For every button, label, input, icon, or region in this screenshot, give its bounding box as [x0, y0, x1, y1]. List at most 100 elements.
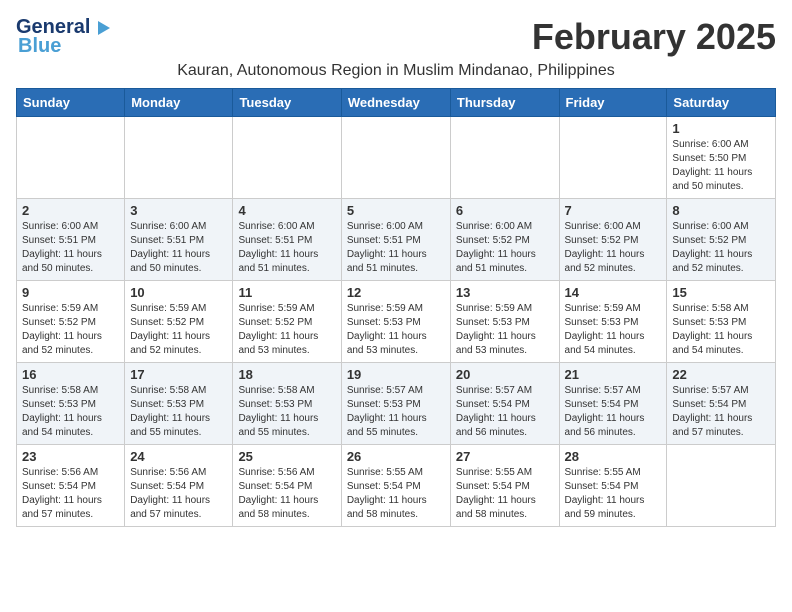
table-cell: 25Sunrise: 5:56 AM Sunset: 5:54 PM Dayli…	[233, 445, 341, 527]
day-number: 5	[347, 203, 445, 218]
day-info: Sunrise: 5:55 AM Sunset: 5:54 PM Dayligh…	[565, 466, 662, 522]
col-monday: Monday	[125, 89, 233, 117]
table-cell: 10 Sunrise: 5:59 AM Sunset: 5:52 PM Dayli…	[125, 281, 233, 363]
day-number: 9	[22, 285, 119, 300]
day-info: Sunrise: 6:00 AM Sunset: 5:51 PM Dayligh…	[238, 220, 335, 276]
day-info: Sunrise: 5:57 AM Sunset: 5:54 PM Dayligh…	[565, 384, 662, 440]
table-cell: 20Sunrise: 5:57 AM Sunset: 5:54 PM Dayli…	[450, 363, 559, 445]
day-info: Sunrise: 5:57 AM Sunset: 5:54 PM Dayligh…	[456, 384, 554, 440]
day-info: Sunrise: 5:59 AM Sunset: 5:52 PM Dayligh…	[238, 302, 335, 358]
table-cell: 17Sunrise: 5:58 AM Sunset: 5:53 PM Dayli…	[125, 363, 233, 445]
day-info: Sunrise: 5:59 AM Sunset: 5:53 PM Dayligh…	[456, 302, 554, 358]
table-cell: 22 Sunrise: 5:57 AM Sunset: 5:54 PM Dayli…	[667, 363, 776, 445]
table-cell: 15 Sunrise: 5:58 AM Sunset: 5:53 PM Dayli…	[667, 281, 776, 363]
day-number: 10	[130, 285, 227, 300]
day-number: 27	[456, 449, 554, 464]
day-info: Sunrise: 5:55 AM Sunset: 5:54 PM Dayligh…	[347, 466, 445, 522]
day-number: 22	[672, 367, 770, 382]
day-info: Sunrise: 5:58 AM Sunset: 5:53 PM Dayligh…	[238, 384, 335, 440]
day-info: Sunrise: 5:58 AM Sunset: 5:53 PM Dayligh…	[22, 384, 119, 440]
day-info: Sunrise: 5:59 AM Sunset: 5:53 PM Dayligh…	[565, 302, 662, 358]
table-cell: 13 Sunrise: 5:59 AM Sunset: 5:53 PM Dayli…	[450, 281, 559, 363]
calendar-week-row: 9 Sunrise: 5:59 AM Sunset: 5:52 PM Daylig…	[17, 281, 776, 363]
calendar-week-row: 1 Sunrise: 6:00 AM Sunset: 5:50 PM Daylig…	[17, 117, 776, 199]
day-info: Sunrise: 5:59 AM Sunset: 5:52 PM Dayligh…	[130, 302, 227, 358]
header-row: Sunday Monday Tuesday Wednesday Thursday…	[17, 89, 776, 117]
day-number: 14	[565, 285, 662, 300]
table-cell	[450, 117, 559, 199]
table-cell: 23Sunrise: 5:56 AM Sunset: 5:54 PM Dayli…	[17, 445, 125, 527]
day-info: Sunrise: 6:00 AM Sunset: 5:50 PM Dayligh…	[672, 138, 770, 194]
table-cell: 16 Sunrise: 5:58 AM Sunset: 5:53 PM Dayli…	[17, 363, 125, 445]
day-number: 1	[672, 121, 770, 136]
table-cell: 24Sunrise: 5:56 AM Sunset: 5:54 PM Dayli…	[125, 445, 233, 527]
calendar-table: Sunday Monday Tuesday Wednesday Thursday…	[16, 88, 776, 527]
table-cell: 21 Sunrise: 5:57 AM Sunset: 5:54 PM Dayli…	[559, 363, 667, 445]
logo-arrow-icon	[92, 17, 114, 39]
day-number: 21	[565, 367, 662, 382]
table-cell: 7 Sunrise: 6:00 AM Sunset: 5:52 PM Daylig…	[559, 199, 667, 281]
table-cell: 18 Sunrise: 5:58 AM Sunset: 5:53 PM Dayli…	[233, 363, 341, 445]
top-section: General Blue February 2025	[16, 16, 776, 58]
day-info: Sunrise: 5:57 AM Sunset: 5:53 PM Dayligh…	[347, 384, 445, 440]
logo-blue-text: Blue	[18, 35, 61, 58]
day-info: Sunrise: 5:57 AM Sunset: 5:54 PM Dayligh…	[672, 384, 770, 440]
day-number: 2	[22, 203, 119, 218]
day-info: Sunrise: 5:55 AM Sunset: 5:54 PM Dayligh…	[456, 466, 554, 522]
col-saturday: Saturday	[667, 89, 776, 117]
table-cell: 19 Sunrise: 5:57 AM Sunset: 5:53 PM Dayli…	[341, 363, 450, 445]
day-number: 11	[238, 285, 335, 300]
day-number: 18	[238, 367, 335, 382]
table-cell: 26 Sunrise: 5:55 AM Sunset: 5:54 PM Dayli…	[341, 445, 450, 527]
day-number: 26	[347, 449, 445, 464]
table-cell: 9 Sunrise: 5:59 AM Sunset: 5:52 PM Daylig…	[17, 281, 125, 363]
day-info: Sunrise: 5:59 AM Sunset: 5:52 PM Dayligh…	[22, 302, 119, 358]
day-info: Sunrise: 6:00 AM Sunset: 5:52 PM Dayligh…	[672, 220, 770, 276]
table-cell: 2 Sunrise: 6:00 AM Sunset: 5:51 PM Daylig…	[17, 199, 125, 281]
day-number: 15	[672, 285, 770, 300]
table-cell: 12 Sunrise: 5:59 AM Sunset: 5:53 PM Dayli…	[341, 281, 450, 363]
logo: General Blue	[16, 16, 114, 58]
table-cell	[125, 117, 233, 199]
table-cell	[17, 117, 125, 199]
table-cell: 1 Sunrise: 6:00 AM Sunset: 5:50 PM Daylig…	[667, 117, 776, 199]
table-cell: 14 Sunrise: 5:59 AM Sunset: 5:53 PM Dayli…	[559, 281, 667, 363]
table-cell: 6 Sunrise: 6:00 AM Sunset: 5:52 PM Daylig…	[450, 199, 559, 281]
table-cell: 5 Sunrise: 6:00 AM Sunset: 5:51 PM Daylig…	[341, 199, 450, 281]
day-info: Sunrise: 5:58 AM Sunset: 5:53 PM Dayligh…	[672, 302, 770, 358]
day-number: 7	[565, 203, 662, 218]
table-cell	[341, 117, 450, 199]
day-info: Sunrise: 5:56 AM Sunset: 5:54 PM Dayligh…	[238, 466, 335, 522]
page-wrapper: General Blue February 2025 Kauran, Auton…	[16, 16, 776, 527]
day-info: Sunrise: 6:00 AM Sunset: 5:51 PM Dayligh…	[22, 220, 119, 276]
table-cell	[559, 117, 667, 199]
day-number: 24	[130, 449, 227, 464]
calendar-week-row: 2 Sunrise: 6:00 AM Sunset: 5:51 PM Daylig…	[17, 199, 776, 281]
day-info: Sunrise: 5:56 AM Sunset: 5:54 PM Dayligh…	[22, 466, 119, 522]
day-number: 17	[130, 367, 227, 382]
day-info: Sunrise: 5:59 AM Sunset: 5:53 PM Dayligh…	[347, 302, 445, 358]
day-info: Sunrise: 6:00 AM Sunset: 5:51 PM Dayligh…	[347, 220, 445, 276]
table-cell: 28Sunrise: 5:55 AM Sunset: 5:54 PM Dayli…	[559, 445, 667, 527]
day-info: Sunrise: 6:00 AM Sunset: 5:52 PM Dayligh…	[456, 220, 554, 276]
day-info: Sunrise: 6:00 AM Sunset: 5:52 PM Dayligh…	[565, 220, 662, 276]
col-thursday: Thursday	[450, 89, 559, 117]
day-number: 13	[456, 285, 554, 300]
calendar-week-row: 23Sunrise: 5:56 AM Sunset: 5:54 PM Dayli…	[17, 445, 776, 527]
col-sunday: Sunday	[17, 89, 125, 117]
day-number: 12	[347, 285, 445, 300]
day-info: Sunrise: 6:00 AM Sunset: 5:51 PM Dayligh…	[130, 220, 227, 276]
day-number: 6	[456, 203, 554, 218]
table-cell	[233, 117, 341, 199]
day-number: 3	[130, 203, 227, 218]
day-number: 8	[672, 203, 770, 218]
location-title: Kauran, Autonomous Region in Muslim Mind…	[16, 62, 776, 80]
table-cell: 4 Sunrise: 6:00 AM Sunset: 5:51 PM Daylig…	[233, 199, 341, 281]
table-cell: 8 Sunrise: 6:00 AM Sunset: 5:52 PM Daylig…	[667, 199, 776, 281]
col-tuesday: Tuesday	[233, 89, 341, 117]
table-cell: 3 Sunrise: 6:00 AM Sunset: 5:51 PM Daylig…	[125, 199, 233, 281]
day-number: 19	[347, 367, 445, 382]
day-number: 16	[22, 367, 119, 382]
col-wednesday: Wednesday	[341, 89, 450, 117]
day-number: 4	[238, 203, 335, 218]
